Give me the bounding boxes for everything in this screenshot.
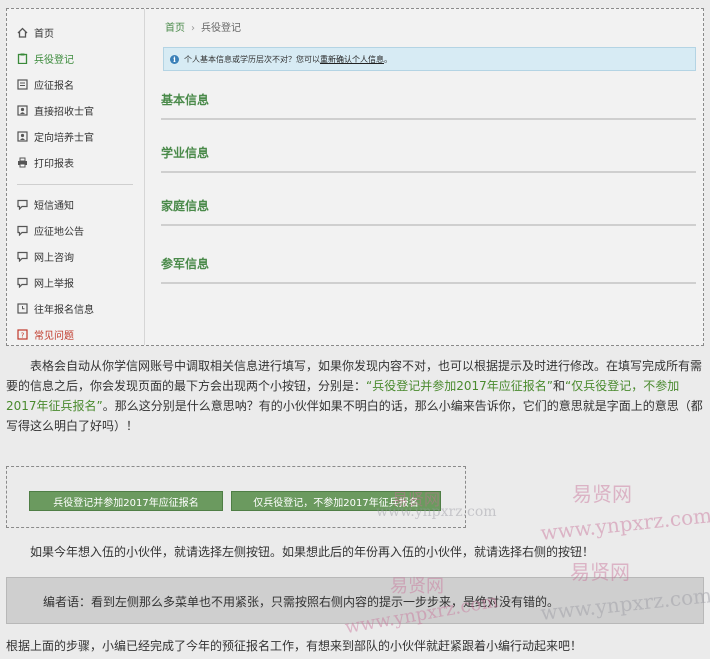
sidebar-item-directed-nco[interactable]: 定向培养士官 — [17, 126, 137, 146]
button-screenshot-frame: 兵役登记并参加2017年应征报名 仅兵役登记，不参加2017年征兵报名 — [6, 466, 466, 528]
message-icon — [17, 251, 28, 262]
breadcrumb: 首页 › 兵役登记 — [165, 19, 241, 34]
sidebar-item-label: 打印报表 — [34, 158, 74, 170]
sidebar-item-home[interactable]: 首页 — [17, 22, 137, 42]
sidebar-item-enlist[interactable]: 应征报名 — [17, 74, 137, 94]
sidebar-item-label: 应征报名 — [34, 80, 74, 92]
sidebar-item-sms[interactable]: 短信通知 — [17, 194, 137, 214]
breadcrumb-home[interactable]: 首页 — [165, 23, 185, 34]
form-icon — [17, 78, 28, 90]
sidebar-item-history[interactable]: 往年报名信息 — [17, 298, 137, 318]
sidebar-item-label: 网上举报 — [34, 278, 74, 290]
sidebar-item-consult[interactable]: 网上咨询 — [17, 246, 137, 266]
sidebar-item-label: 定向培养士官 — [34, 132, 94, 144]
sidebar-item-label: 短信通知 — [34, 200, 74, 212]
sidebar-item-label: 常见问题 — [34, 330, 74, 342]
home-icon — [17, 27, 28, 38]
message-icon — [17, 277, 28, 288]
person-badge-icon — [17, 104, 28, 116]
main-panel: 首页 › 兵役登记 i 个人基本信息或学历层次不对？您可以 重新确认个人信息。 基本信… — [159, 9, 699, 345]
printer-icon — [17, 157, 28, 168]
watermark-logo: 易贤网 — [572, 482, 632, 506]
message-icon — [17, 199, 28, 210]
article-text: 。那么这分别是什么意思呐？有的小伙伴如果不明白的话，那么小编来告诉你，它们的意思… — [6, 399, 703, 433]
sidebar-item-label: 兵役登记 — [34, 54, 74, 66]
screenshot-frame: 首页 兵役登记 应征报名 直接招收士官 定向培养士官 打印报表 短信通知 应征地… — [6, 8, 704, 346]
section-academic-info[interactable]: 学业信息 — [161, 144, 696, 173]
clock-icon — [17, 302, 28, 314]
sidebar-item-label: 网上咨询 — [34, 252, 74, 264]
article-text: 和 — [553, 379, 566, 393]
clipboard-icon — [17, 53, 28, 64]
breadcrumb-separator: › — [191, 23, 195, 34]
message-icon — [17, 225, 28, 236]
info-icon: i — [170, 54, 179, 64]
article-paragraph-3: 根据上面的步骤，小编已经完成了今年的预征报名工作，有想来到部队的小伙伴就赶紧跟着… — [6, 639, 583, 653]
sidebar-item-print[interactable]: 打印报表 — [17, 152, 137, 172]
breadcrumb-current: 兵役登记 — [201, 23, 241, 34]
sidebar-item-direct-nco[interactable]: 直接招收士官 — [17, 100, 137, 120]
sidebar-item-report[interactable]: 网上举报 — [17, 272, 137, 292]
sidebar-item-label: 直接招收士官 — [34, 106, 94, 118]
section-basic-info[interactable]: 基本信息 — [161, 91, 696, 120]
svg-text:?: ? — [21, 331, 25, 339]
section-military-info[interactable]: 参军信息 — [161, 255, 696, 284]
sidebar: 首页 兵役登记 应征报名 直接招收士官 定向培养士官 打印报表 短信通知 应征地… — [7, 9, 145, 345]
question-icon: ? — [17, 328, 28, 340]
editor-note: 编者语：看到左侧那么多菜单也不用紧张，只需按照右侧内容的提示一步步来，是绝对没有… — [6, 577, 704, 624]
notice-end: 。 — [384, 54, 392, 64]
sidebar-item-label: 应征地公告 — [34, 226, 84, 238]
article-paragraph-1: 表格会自动从你学信网账号中调取相关信息进行填写，如果你发现内容不对，也可以根据提… — [6, 356, 704, 436]
person-badge-icon — [17, 130, 28, 142]
register-only-button[interactable]: 仅兵役登记，不参加2017年征兵报名 — [231, 491, 441, 511]
sidebar-item-faq[interactable]: ? 常见问题 — [17, 324, 137, 344]
editor-note-text: 编者语：看到左侧那么多菜单也不用紧张，只需按照右侧内容的提示一步步来，是绝对没有… — [43, 595, 560, 609]
register-and-enlist-button[interactable]: 兵役登记并参加2017年应征报名 — [29, 491, 223, 511]
quote-left-button-name: “兵役登记并参加2017年应征报名” — [366, 379, 553, 393]
sidebar-item-label: 首页 — [34, 28, 54, 40]
notice-text: 个人基本信息或学历层次不对？您可以 — [184, 54, 320, 64]
section-family-info[interactable]: 家庭信息 — [161, 197, 696, 226]
sidebar-divider — [17, 184, 133, 185]
watermark-url: www.ynpxrz.com — [539, 503, 710, 545]
article-paragraph-2: 如果今年想入伍的小伙伴，就请选择左侧按钮。如果想此后的年份再入伍的小伙伴，就请选… — [30, 545, 595, 559]
sidebar-item-label: 往年报名信息 — [34, 304, 94, 316]
sidebar-item-registration[interactable]: 兵役登记 — [17, 48, 137, 68]
sidebar-item-announcement[interactable]: 应征地公告 — [17, 220, 137, 240]
reconfirm-info-link[interactable]: 重新确认个人信息 — [320, 54, 384, 65]
info-notice: i 个人基本信息或学历层次不对？您可以 重新确认个人信息。 — [163, 47, 696, 71]
